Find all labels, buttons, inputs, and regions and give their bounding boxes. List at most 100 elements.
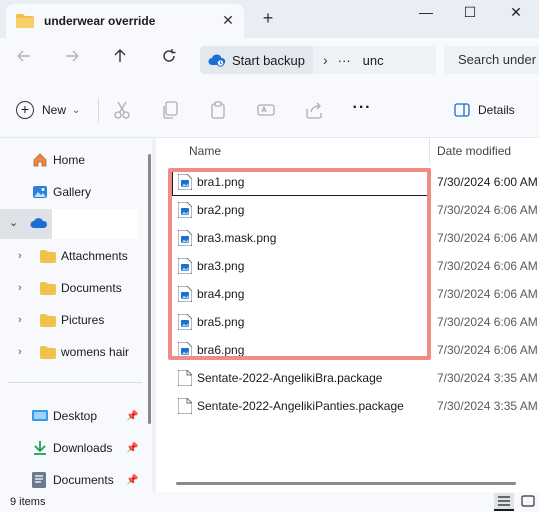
arrow-right-icon bbox=[66, 50, 79, 62]
minimize-button[interactable]: — bbox=[412, 2, 440, 22]
file-date-modified: 7/30/2024 6:06 AM bbox=[437, 231, 538, 245]
onedrive-icon bbox=[30, 218, 48, 228]
download-icon bbox=[34, 441, 46, 455]
file-name: bra6.png bbox=[197, 343, 245, 357]
file-name: bra1.png bbox=[197, 175, 245, 189]
sidebar-item-onedrive[interactable]: ⌄ bbox=[0, 209, 138, 239]
sidebar-item-documents[interactable]: › Documents bbox=[0, 274, 140, 302]
cloud-backup-icon bbox=[208, 54, 226, 67]
copy-icon[interactable] bbox=[160, 100, 180, 120]
close-window-button[interactable]: ✕ bbox=[502, 2, 530, 22]
chevron-down-icon: ⌄ bbox=[72, 104, 81, 116]
file-row[interactable]: Sentate-2022-AngelikiPanties.package 7/30… bbox=[156, 392, 539, 420]
plus-icon: + bbox=[16, 101, 34, 119]
sidebar-item-desktop[interactable]: Desktop 📌 bbox=[0, 402, 140, 430]
sidebar-item-label bbox=[52, 209, 138, 239]
arrow-up-icon bbox=[114, 49, 126, 62]
back-button[interactable] bbox=[12, 48, 36, 72]
list-view-icon bbox=[498, 496, 510, 506]
file-name: Sentate-2022-AngelikiBra.package bbox=[197, 371, 383, 385]
chevron-right-icon: › bbox=[18, 282, 22, 294]
status-bar: 9 items bbox=[0, 492, 539, 512]
folder-icon bbox=[40, 281, 56, 295]
sidebar-scrollbar[interactable] bbox=[148, 154, 151, 424]
more-options-button[interactable]: ··· bbox=[350, 98, 374, 122]
file-row[interactable]: bra3.png 7/30/2024 6:06 AM bbox=[156, 252, 539, 280]
sidebar-item-label: Home bbox=[53, 153, 86, 167]
breadcrumb-current[interactable]: unc bbox=[363, 53, 384, 68]
file-name: bra5.png bbox=[197, 315, 245, 329]
share-icon[interactable] bbox=[304, 100, 324, 120]
folder-icon bbox=[40, 313, 56, 327]
maximize-button[interactable]: ☐ bbox=[456, 2, 484, 22]
cut-icon[interactable] bbox=[112, 100, 132, 120]
forward-button[interactable] bbox=[60, 48, 84, 72]
sidebar-item-pictures[interactable]: › Pictures bbox=[0, 306, 140, 334]
file-row[interactable]: bra1.png bbox=[172, 168, 430, 196]
up-button[interactable] bbox=[108, 48, 132, 72]
file-date-modified: 7/30/2024 6:06 AM bbox=[437, 343, 538, 357]
sidebar-item-label: Gallery bbox=[53, 185, 92, 199]
rename-icon[interactable] bbox=[256, 100, 276, 120]
new-tab-button[interactable]: + bbox=[258, 8, 278, 28]
file-date-modified: 7/30/2024 6:06 AM bbox=[437, 287, 538, 301]
sidebar-item-gallery[interactable]: Gallery bbox=[0, 178, 140, 206]
details-view-button[interactable] bbox=[494, 493, 514, 511]
sidebar-item-label: Desktop bbox=[53, 409, 98, 423]
chevron-right-icon: › bbox=[323, 52, 328, 68]
file-icon bbox=[177, 397, 193, 417]
details-pane-icon bbox=[454, 103, 470, 117]
chevron-right-icon: › bbox=[18, 314, 22, 326]
paste-icon[interactable] bbox=[208, 100, 228, 120]
horizontal-scrollbar[interactable] bbox=[176, 482, 516, 485]
image-file-icon bbox=[177, 313, 193, 333]
tiles-view-button[interactable] bbox=[518, 493, 538, 511]
command-bar: + New ⌄ ··· Details bbox=[0, 82, 539, 138]
sidebar-item-label: Documents bbox=[53, 473, 114, 487]
sidebar-item-documents-quick[interactable]: Documents 📌 bbox=[0, 466, 140, 492]
file-row[interactable]: bra6.png 7/30/2024 6:06 AM bbox=[156, 336, 539, 364]
folder-icon bbox=[40, 249, 56, 263]
toolbar-divider bbox=[98, 98, 99, 122]
details-pane-button[interactable]: Details bbox=[454, 100, 515, 120]
file-row[interactable]: bra5.png 7/30/2024 6:06 AM bbox=[156, 308, 539, 336]
file-row[interactable]: bra2.png 7/30/2024 6:06 AM bbox=[156, 196, 539, 224]
refresh-button[interactable] bbox=[157, 48, 181, 72]
sort-ascending-icon: ⌃ bbox=[300, 138, 308, 143]
sidebar-item-home[interactable]: Home bbox=[0, 146, 140, 174]
sidebar-item-label: Documents bbox=[61, 281, 122, 295]
sidebar-item-label: Pictures bbox=[61, 313, 105, 327]
file-date-modified: 7/30/2024 6:00 AM bbox=[437, 175, 538, 189]
documents-icon bbox=[32, 472, 46, 488]
navigation-pane: Home Gallery ⌄ › Attachments › Documents… bbox=[0, 138, 152, 492]
file-date-modified: 7/30/2024 6:06 AM bbox=[437, 203, 538, 217]
chevron-right-icon: › bbox=[18, 250, 22, 262]
sidebar-item-label: womens hair bbox=[61, 345, 130, 359]
sidebar-item-downloads[interactable]: Downloads 📌 bbox=[0, 434, 140, 462]
file-icon bbox=[177, 369, 193, 389]
image-file-icon bbox=[177, 229, 193, 249]
tab-underwear-override[interactable]: underwear override ✕ bbox=[6, 4, 244, 38]
column-header-date[interactable]: Date modified bbox=[437, 144, 511, 158]
file-date-modified: 7/30/2024 6:06 AM bbox=[437, 315, 538, 329]
sidebar-item-womens-hair[interactable]: › womens hair bbox=[0, 338, 140, 366]
file-row[interactable]: bra3.mask.png 7/30/2024 6:06 AM bbox=[156, 224, 539, 252]
file-row[interactable]: bra4.png 7/30/2024 6:06 AM bbox=[156, 280, 539, 308]
file-row[interactable]: Sentate-2022-AngelikiBra.package 7/30/202… bbox=[156, 364, 539, 392]
chevron-right-icon: › bbox=[18, 346, 22, 358]
details-label: Details bbox=[478, 103, 515, 117]
column-header-name[interactable]: Name bbox=[189, 144, 221, 158]
pin-icon: 📌 bbox=[126, 410, 139, 422]
address-row: Start backup › ··· unc Search under bbox=[0, 38, 539, 82]
new-button[interactable]: + New ⌄ bbox=[16, 98, 80, 122]
start-backup-button[interactable]: Start backup bbox=[200, 46, 313, 74]
sidebar-item-attachments[interactable]: › Attachments bbox=[0, 242, 140, 270]
image-file-icon bbox=[177, 285, 193, 305]
tab-close-button[interactable]: ✕ bbox=[220, 12, 236, 28]
file-name: bra4.png bbox=[197, 287, 245, 301]
search-input[interactable]: Search under bbox=[444, 46, 539, 74]
breadcrumb-overflow[interactable]: ··· bbox=[338, 53, 351, 68]
start-backup-label: Start backup bbox=[232, 52, 305, 68]
column-divider[interactable] bbox=[429, 138, 430, 164]
address-bar[interactable]: Start backup › ··· unc bbox=[200, 46, 436, 74]
